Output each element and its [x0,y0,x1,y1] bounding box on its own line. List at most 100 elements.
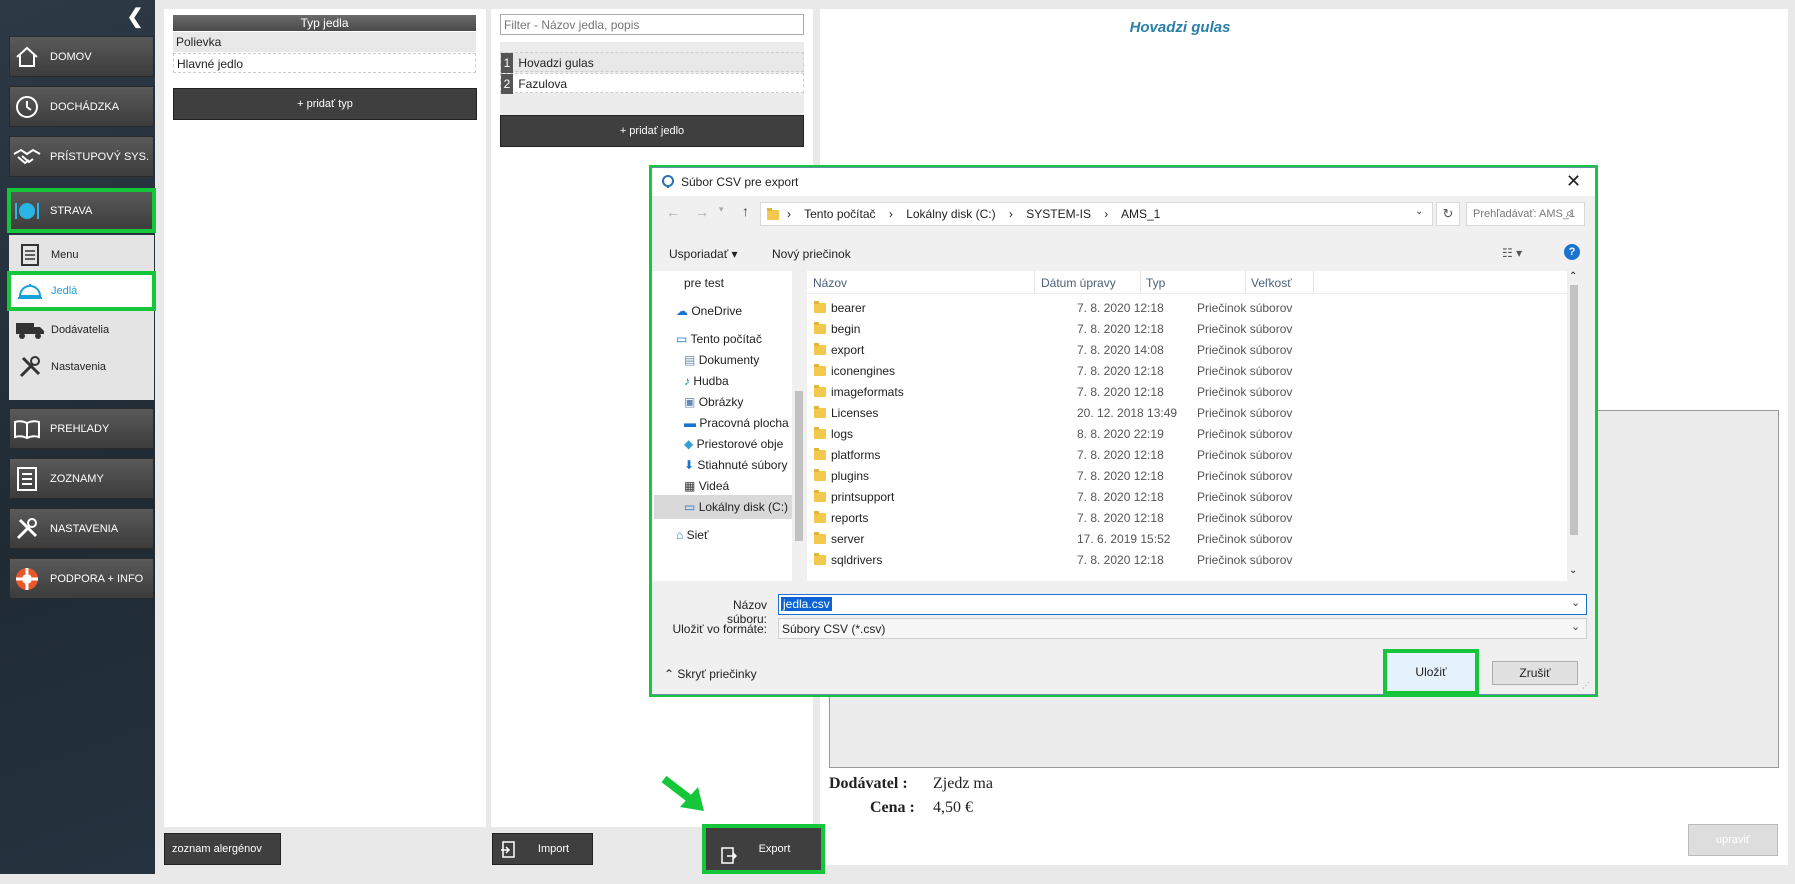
type-item[interactable]: Hlavné jedlo [173,53,476,73]
import-icon [501,841,517,871]
nav-item[interactable]: ⌂ Sieť [676,523,806,547]
refresh-icon[interactable]: ↻ [1436,202,1460,226]
export-button[interactable]: Export [702,824,825,874]
format-select[interactable]: Súbory CSV (*.csv) ⌄ [778,618,1587,639]
filename-input[interactable]: jedla.csv ⌄ [778,594,1587,615]
file-row[interactable]: reports 7. 8. 2020 12:18 Priečinok súborov [807,508,1567,529]
download-icon: ⬇ [684,458,695,472]
home-icon [10,45,44,69]
meal-item-num: 2 [501,74,513,94]
file-row[interactable]: logs 8. 8. 2020 22:19 Priečinok súborov [807,424,1567,445]
add-type-button[interactable]: + pridať typ [173,88,477,120]
breadcrumb-item[interactable]: SYSTEM-IS [1026,207,1091,221]
file-row[interactable]: platforms 7. 8. 2020 12:18 Priečinok súbor… [807,445,1567,466]
nav-podpora[interactable]: PODPORA + INFO [9,558,154,599]
file-list-scrollbar[interactable]: ⌃ ⌄ [1567,271,1581,581]
nav-nastavenia[interactable]: NASTAVENIA [9,508,154,549]
up-icon[interactable]: ↑ [742,203,749,219]
nav-strava[interactable]: STRAVA [7,188,156,233]
scroll-down-icon[interactable]: ⌄ [1569,565,1577,576]
file-date: 20. 12. 2018 13:49 [1077,406,1178,420]
recent-chevron-icon[interactable]: ▾ [719,204,724,215]
file-date: 7. 8. 2020 12:18 [1077,364,1164,378]
column-divider [1034,271,1035,293]
file-name: Licenses [831,406,879,420]
folder-icon [814,448,826,460]
nav-scrollbar[interactable] [792,271,806,581]
subnav-jedla[interactable]: Jedlá [7,271,156,311]
address-dropdown-icon[interactable]: ⌄ [1415,206,1423,217]
breadcrumb-item[interactable]: Tento počítač [804,207,875,221]
hide-folders-toggle[interactable]: ⌃ Skryť priečinky [664,667,757,681]
file-type: Priečinok súborov [1197,511,1293,525]
file-row[interactable]: begin 7. 8. 2020 12:18 Priečinok súborov [807,319,1567,340]
meal-item[interactable]: 1 Hovadzi gulas [500,52,804,73]
view-options-icon[interactable]: ☷ ▾ [1502,246,1522,260]
strava-submenu: Menu Jedlá Dodávatelia Nastavenia [7,235,156,400]
folder-icon [814,322,826,334]
subnav-menu[interactable]: Menu [9,237,154,273]
nav-domov[interactable]: DOMOV [9,36,154,77]
back-icon[interactable]: ← [666,204,680,220]
resize-grip-icon[interactable]: ⋰ [1582,681,1590,690]
file-row[interactable]: export 7. 8. 2020 14:08 Priečinok súborov [807,340,1567,361]
file-row[interactable]: sqldrivers 7. 8. 2020 12:18 Priečinok súbo… [807,550,1567,571]
nav-item-selected[interactable]: ▭ Lokálny disk (C:) [654,495,792,519]
nav-item-label: Videá [698,479,730,493]
new-folder-button[interactable]: Nový priečinok [772,247,851,261]
file-row[interactable]: imageformats 7. 8. 2020 12:18 Priečinok sú… [807,382,1567,403]
file-row[interactable]: Licenses 20. 12. 2018 13:49 Priečinok súbo… [807,403,1567,424]
file-row[interactable]: plugins 7. 8. 2020 12:18 Priečinok súborov [807,466,1567,487]
breadcrumb-item[interactable]: Lokálny disk (C:) [906,207,995,221]
column-name[interactable]: Názov [813,276,847,290]
nav-dochadzka[interactable]: DOCHÁDZKA [9,86,154,127]
folder-icon [814,469,826,481]
scroll-up-icon[interactable]: ⌃ [1569,271,1577,282]
nav-pristupovy[interactable]: PRÍSTUPOVÝ SYS. [9,136,154,177]
nav-label: STRAVA [50,204,93,217]
file-row[interactable]: server 17. 6. 2019 15:52 Priečinok súborov [807,529,1567,550]
address-bar[interactable]: › Tento počítač › Lokálny disk (C:) › SY… [760,202,1433,226]
file-name: logs [831,427,854,441]
filename-dropdown-icon[interactable]: ⌄ [1571,596,1580,609]
nav-label: DOMOV [50,50,92,63]
edit-button[interactable]: upraviť [1688,824,1778,856]
subnav-dodavatelia[interactable]: Dodávatelia [9,312,154,348]
meal-item[interactable]: 2 Fazulova [500,73,804,94]
collapse-sidebar-icon[interactable]: ❮ [124,6,146,28]
nav-label: DOCHÁDZKA [50,100,120,113]
type-item[interactable]: Polievka [173,32,476,52]
close-icon[interactable]: ✕ [1566,171,1581,192]
file-row[interactable]: printsupport 7. 8. 2020 12:18 Priečinok sú… [807,487,1567,508]
cloche-icon [9,281,51,301]
save-button[interactable]: Uložiť [1383,649,1479,695]
file-row[interactable]: bearer 7. 8. 2020 12:18 Priečinok súborov [807,298,1567,319]
nav-item[interactable]: ☁ OneDrive [676,299,806,323]
organize-button[interactable]: Usporiadať ▾ [669,247,738,261]
help-icon[interactable]: ? [1564,244,1580,260]
nav-zoznamy[interactable]: ZOZNAMY [9,458,154,499]
import-button[interactable]: Import [492,833,593,865]
subnav-nastavenia[interactable]: Nastavenia [9,349,154,385]
dialog-titlebar: Súbor CSV pre export ✕ [652,168,1595,196]
column-date[interactable]: Dátum úpravy [1041,276,1116,290]
breadcrumb-item[interactable]: AMS_1 [1121,207,1160,221]
folder-icon [814,427,826,439]
3d-objects-icon: ◆ [684,437,694,451]
allergen-list-button[interactable]: zoznam alergénov [164,833,281,865]
format-dropdown-icon[interactable]: ⌄ [1571,620,1580,633]
column-size[interactable]: Veľkosť [1251,276,1292,290]
file-date: 7. 8. 2020 12:18 [1077,490,1164,504]
nav-item-label: pre test [684,276,725,290]
nav-scrollbar-thumb[interactable] [795,391,803,541]
nav-item[interactable]: pre test [684,271,806,295]
column-type[interactable]: Typ [1146,276,1165,290]
file-row[interactable]: iconengines 7. 8. 2020 12:18 Priečinok súb… [807,361,1567,382]
nav-prehlady[interactable]: PREHĽADY [9,408,154,449]
add-meal-button[interactable]: + pridať jedlo [500,115,804,147]
file-list-scrollbar-thumb[interactable] [1570,285,1578,535]
cancel-button[interactable]: Zrušiť [1492,661,1578,685]
search-box[interactable]: Prehľadávať: AMS_1 ⌕ [1466,202,1585,226]
forward-icon[interactable]: → [695,204,709,220]
meal-filter-input[interactable] [500,14,804,35]
